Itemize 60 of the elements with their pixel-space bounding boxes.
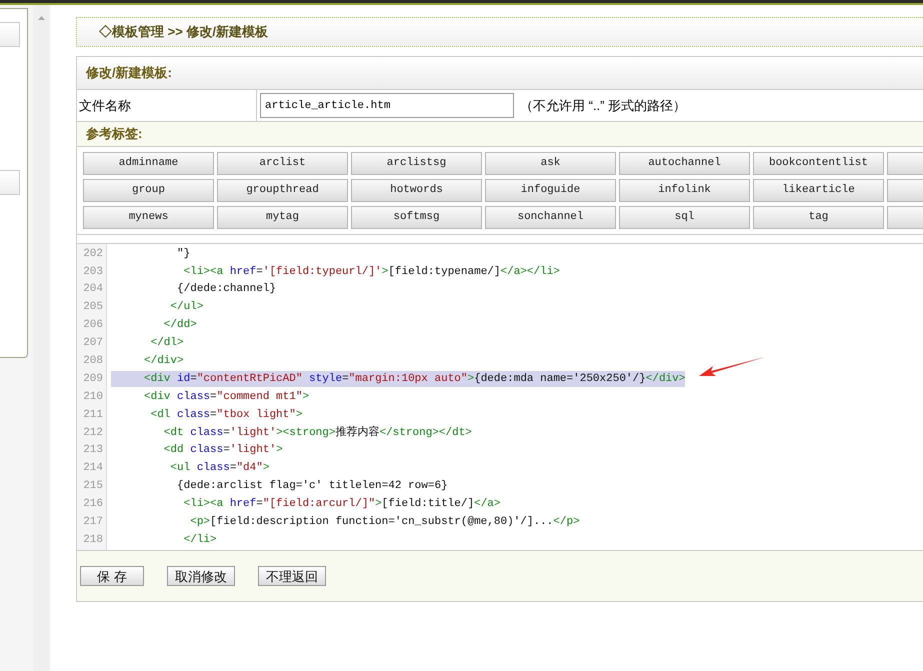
tag-button[interactable]: softmsg (351, 206, 482, 229)
code-line: <p>[field:description function='cn_substr(@me,80)'/]...</p> (189, 515, 580, 530)
line-number: 212 (82, 426, 104, 441)
line-number: 202 (82, 246, 104, 262)
code-line: <ul class="d4"> (169, 461, 270, 476)
code-line: <li><a href='[field:typeurl/]'>[field:typename/]</a></li> (182, 264, 560, 280)
line-number: 214 (82, 461, 104, 476)
code-line: </li> (182, 532, 217, 548)
tag-button[interactable]: likearticle (753, 179, 884, 202)
filename-input[interactable]: article_article.htm (260, 93, 514, 118)
tag-button[interactable]: mynews (83, 206, 214, 229)
code-line: <div class="commend mt1"> (143, 390, 310, 405)
tag-button[interactable]: sonchannel (485, 206, 616, 229)
tag-button[interactable]: hotwords (351, 179, 482, 202)
line-number: 218 (82, 532, 104, 548)
line-number: 209 (82, 372, 104, 387)
line-number: 213 (82, 443, 104, 458)
breadcrumb: ◇模板管理 >> 修改/新建模板 (99, 23, 268, 42)
tag-button[interactable]: autochannel (619, 152, 750, 175)
line-number: 205 (82, 300, 104, 316)
tag-button[interactable]: mytag (217, 206, 348, 229)
field-label: 文件名称 (79, 96, 131, 115)
tag-button[interactable]: group (83, 179, 214, 202)
line-number: 206 (82, 318, 104, 334)
tag-button[interactable]: infolink (619, 179, 750, 202)
code-line: <dt class='light'><strong>推荐内容</strong></dt> (162, 424, 472, 441)
line-number: 207 (82, 336, 104, 352)
line-number: 211 (82, 408, 104, 423)
tag-button[interactable]: adminname (83, 152, 214, 175)
reference-title: 参考标签: (86, 125, 142, 144)
line-number: 204 (82, 282, 104, 298)
tag-button[interactable]: infoguide (485, 179, 616, 202)
line-number: 215 (82, 479, 104, 494)
tag-button[interactable]: sql (619, 206, 750, 229)
line-number: 216 (82, 497, 104, 512)
line-number: 217 (82, 515, 104, 530)
code-line: </dd> (162, 318, 197, 334)
line-number: 210 (82, 390, 104, 405)
field-hint: （不允许用 “..” 形式的路径） (520, 96, 686, 115)
code-line: {/dede:channel} (176, 282, 276, 298)
tag-button[interactable]: tag (753, 206, 884, 229)
tag-button[interactable]: groupthread (217, 179, 348, 202)
code-line: {dede:arclist flag='c' titlelen=42 row=6} (176, 479, 448, 494)
tag-button[interactable]: bookcontentlist (753, 152, 884, 175)
code-line: <dl class="tbox light"> (150, 408, 302, 423)
code-line: <dd class='light'> (162, 443, 283, 458)
action-button[interactable]: 保 存 (80, 566, 144, 586)
tag-button[interactable]: arclistsg (351, 152, 482, 175)
code-line: </ul> (169, 300, 204, 316)
code-line: </div> (143, 354, 184, 370)
code-line: </dl> (150, 336, 184, 352)
line-number: 203 (82, 264, 104, 280)
action-button[interactable]: 取消修改 (167, 566, 235, 586)
panel-title: 修改/新建模板: (86, 64, 172, 82)
tag-button[interactable]: arclist (217, 152, 348, 175)
line-number: 208 (82, 354, 104, 370)
code-line: <li><a href="[field:arcurl/]">[field:title/]</a> (182, 497, 500, 512)
action-button[interactable]: 不理返回 (258, 566, 326, 586)
tag-button[interactable]: ask (485, 152, 616, 175)
code-line: "} (176, 246, 190, 262)
